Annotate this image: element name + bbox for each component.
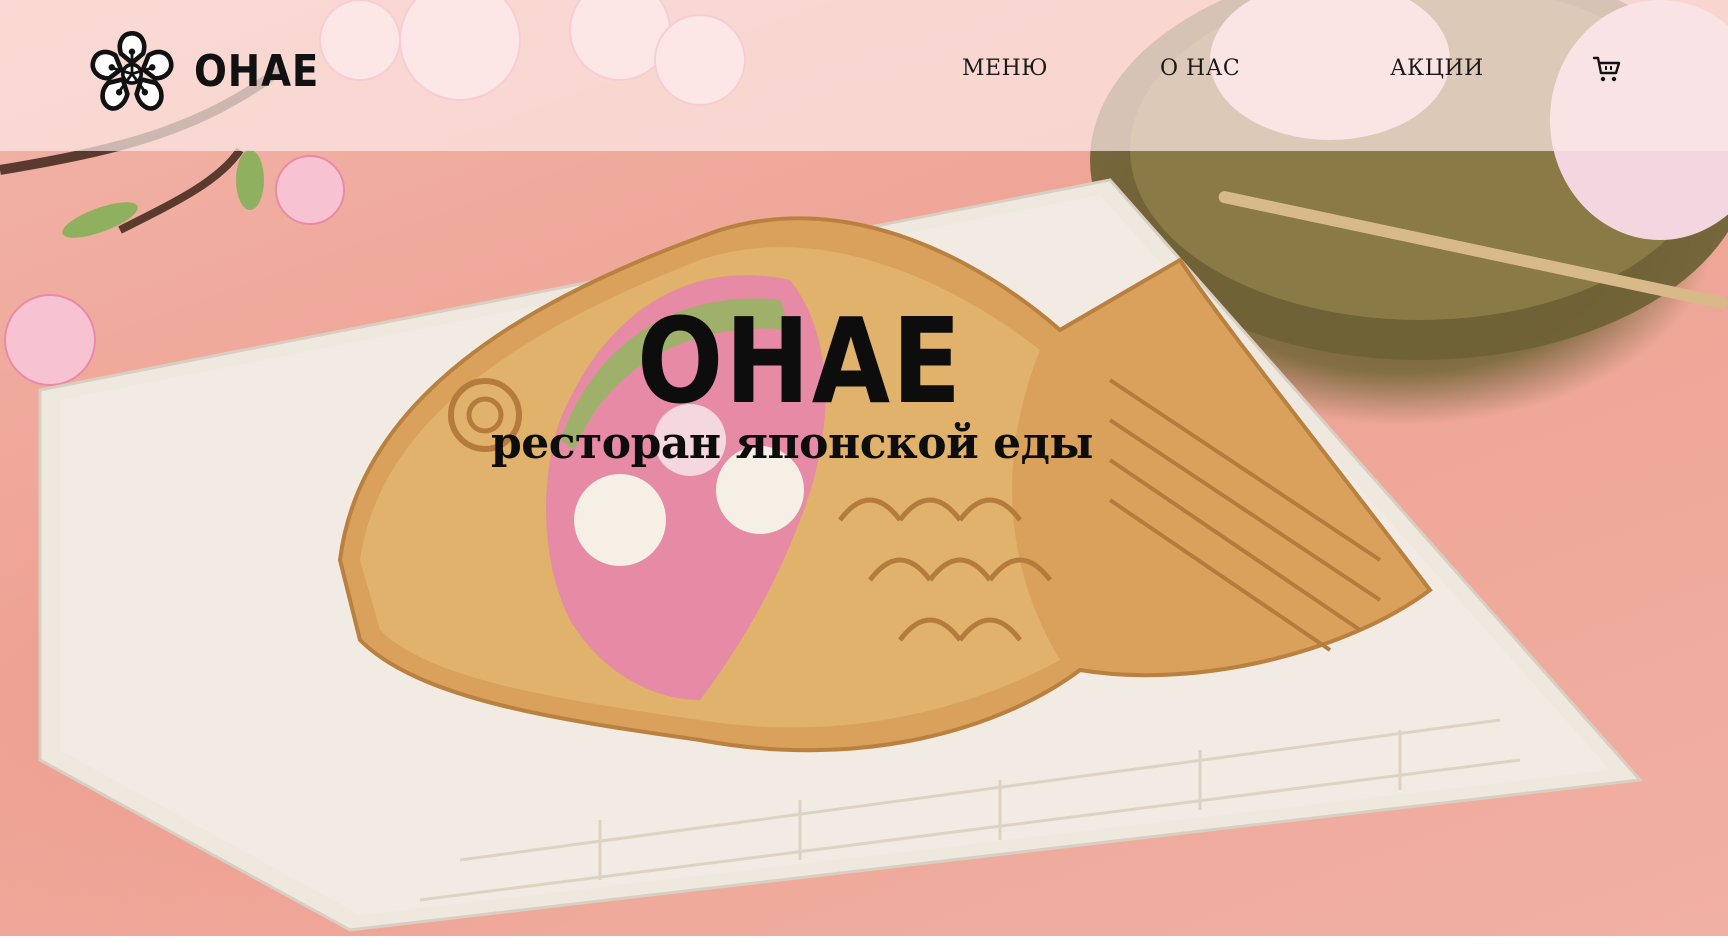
site-header: OHAE МЕНЮ О НАС АКЦИИ [0, 0, 1728, 151]
nav-menu-link[interactable]: МЕНЮ [962, 56, 1048, 81]
page: OHAE МЕНЮ О НАС АКЦИИ OHAE ресторан япон… [0, 0, 1728, 946]
sakura-flower-icon[interactable] [86, 26, 178, 118]
hero-subtitle: ресторан японской еды [490, 418, 1094, 469]
nav-about-link[interactable]: О НАС [1160, 56, 1240, 81]
hero-title: OHAE [637, 292, 963, 430]
brand-name[interactable]: OHAE [194, 46, 319, 97]
page-bottom-strip [0, 936, 1728, 946]
shopping-cart-icon[interactable] [1592, 54, 1622, 84]
nav-promotions-link[interactable]: АКЦИИ [1390, 56, 1484, 81]
